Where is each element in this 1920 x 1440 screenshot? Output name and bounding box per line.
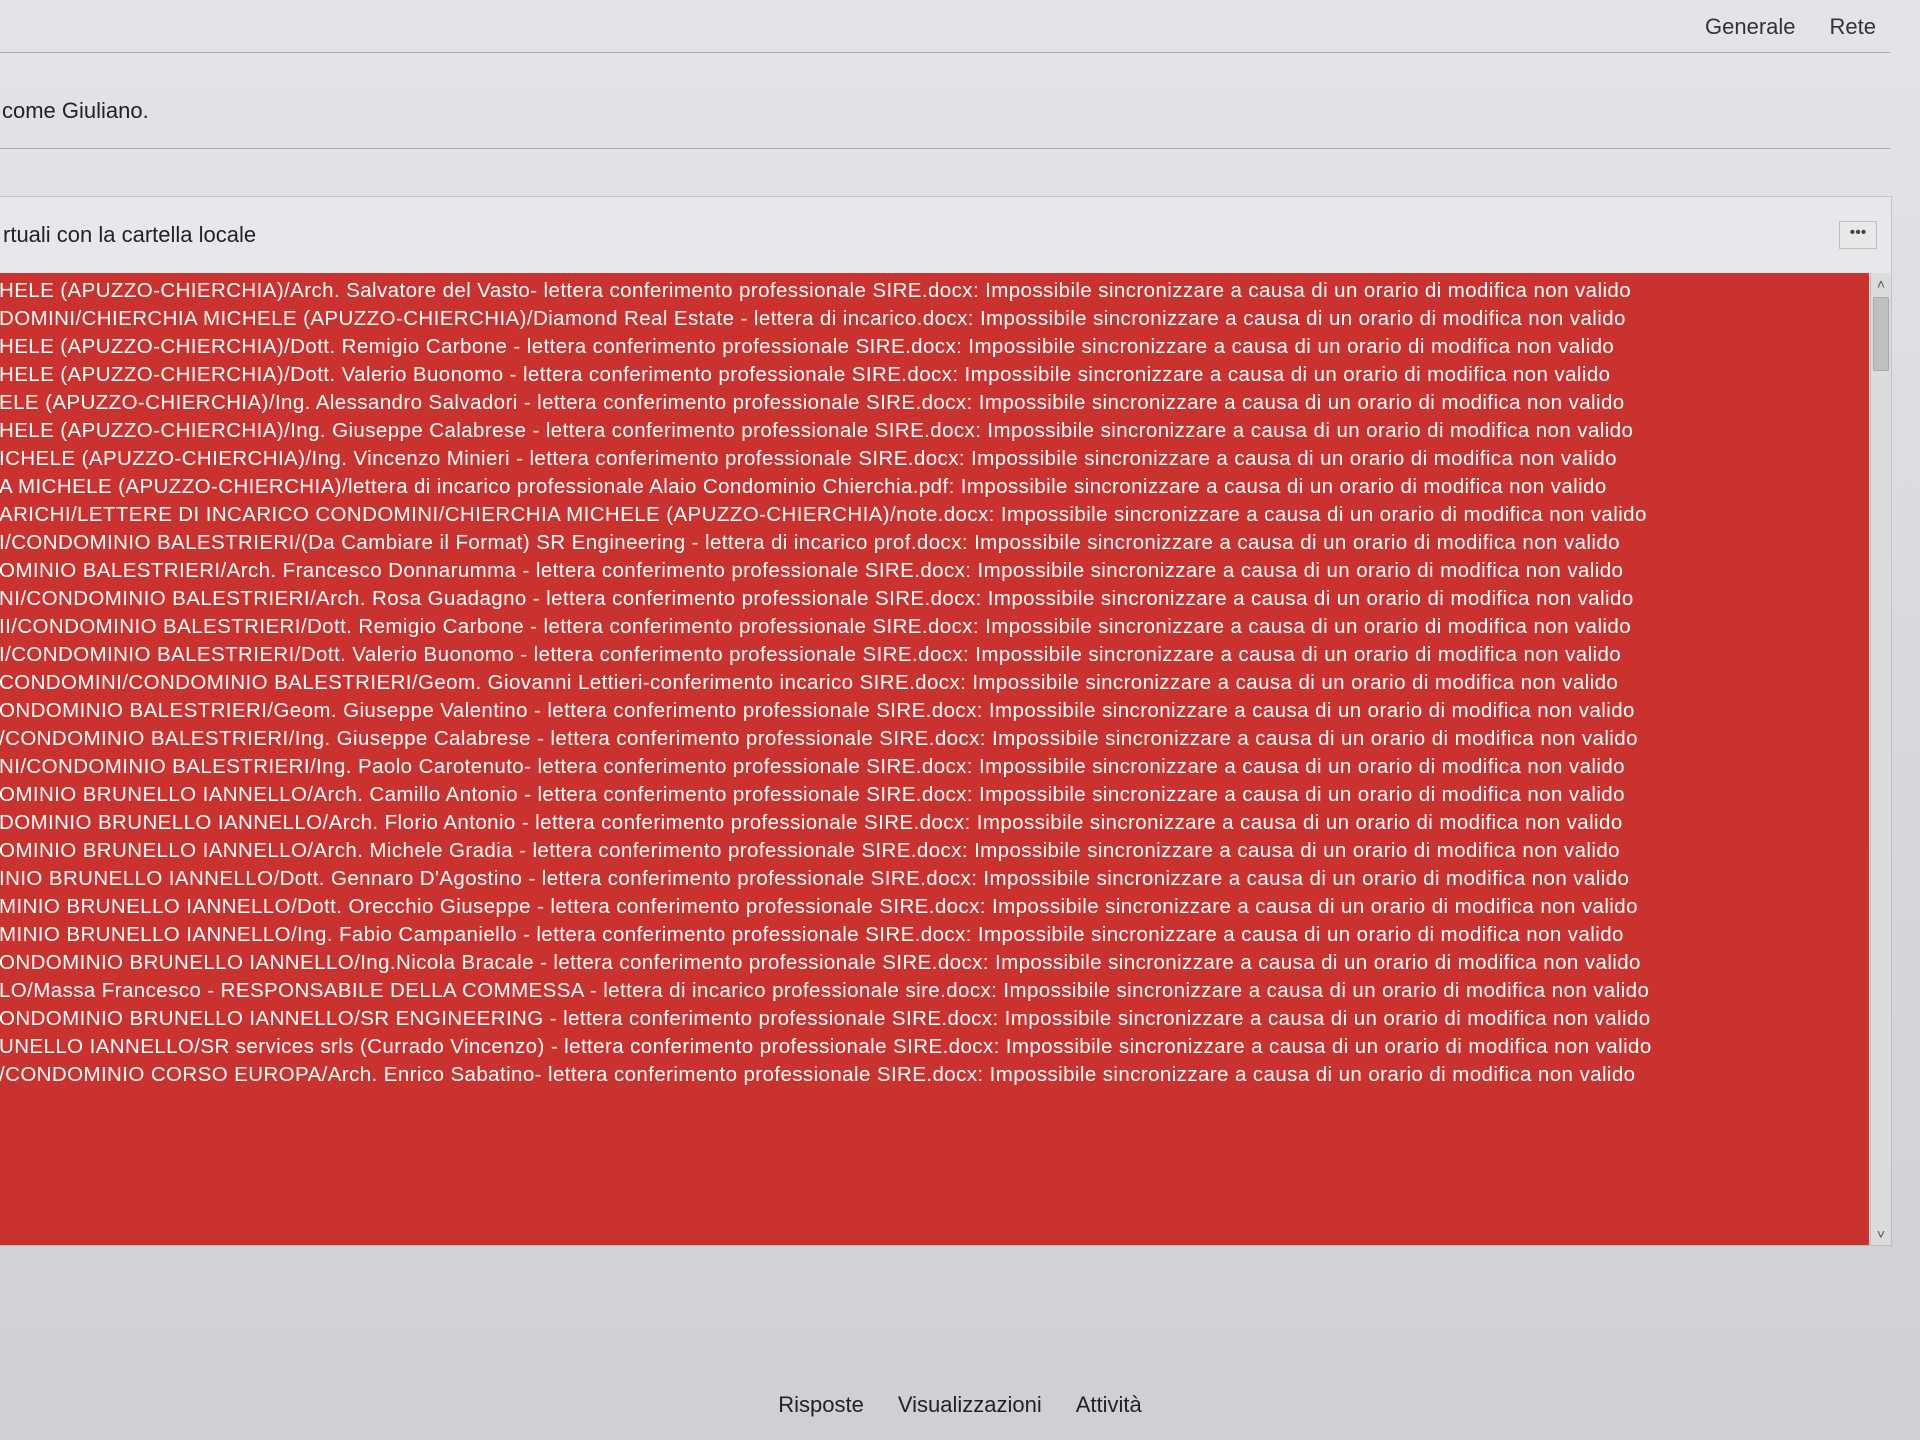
footer-tabs: Risposte Visualizzazioni Attività bbox=[778, 1392, 1142, 1418]
error-row: NI/CONDOMINIO BALESTRIERI/Ing. Paolo Car… bbox=[0, 753, 1863, 781]
vertical-scrollbar[interactable]: ˄ ˅ bbox=[1870, 273, 1891, 1245]
error-row: A MICHELE (APUZZO-CHIERCHIA)/lettera di … bbox=[0, 473, 1863, 501]
error-row: DOMINI/CHIERCHIA MICHELE (APUZZO-CHIERCH… bbox=[0, 305, 1863, 333]
error-row: ONDOMINIO BALESTRIERI/Geom. Giuseppe Val… bbox=[0, 697, 1863, 725]
error-row: OMINIO BRUNELLO IANNELLO/Arch. Camillo A… bbox=[0, 781, 1863, 809]
error-row: /CONDOMINIO BALESTRIERI/Ing. Giuseppe Ca… bbox=[0, 725, 1863, 753]
scroll-down-icon[interactable]: ˅ bbox=[1871, 1223, 1891, 1245]
error-row: CONDOMINI/CONDOMINIO BALESTRIERI/Geom. G… bbox=[0, 669, 1863, 697]
error-row: HELE (APUZZO-CHIERCHIA)/Ing. Giuseppe Ca… bbox=[0, 417, 1863, 445]
scroll-thumb[interactable] bbox=[1873, 297, 1889, 371]
error-row: DOMINIO BRUNELLO IANNELLO/Arch. Florio A… bbox=[0, 809, 1863, 837]
footer-tab-activity[interactable]: Attività bbox=[1076, 1392, 1142, 1418]
error-row: MINIO BRUNELLO IANNELLO/Dott. Orecchio G… bbox=[0, 893, 1863, 921]
error-row: MINIO BRUNELLO IANNELLO/Ing. Fabio Campa… bbox=[0, 921, 1863, 949]
error-row: ARICHI/LETTERE DI INCARICO CONDOMINI/CHI… bbox=[0, 501, 1863, 529]
panel-title: rtuali con la cartella locale bbox=[3, 222, 256, 248]
top-tabs: Generale Rete bbox=[1701, 8, 1880, 46]
error-row: INIO BRUNELLO IANNELLO/Dott. Gennaro D'A… bbox=[0, 865, 1863, 893]
tab-network[interactable]: Rete bbox=[1826, 8, 1880, 46]
error-row: HELE (APUZZO-CHIERCHIA)/Dott. Remigio Ca… bbox=[0, 333, 1863, 361]
error-row: OMINIO BRUNELLO IANNELLO/Arch. Michele G… bbox=[0, 837, 1863, 865]
error-row: LO/Massa Francesco - RESPONSABILE DELLA … bbox=[0, 977, 1863, 1005]
divider bbox=[0, 148, 1890, 149]
error-row: HELE (APUZZO-CHIERCHIA)/Dott. Valerio Bu… bbox=[0, 361, 1863, 389]
error-row: ONDOMINIO BRUNELLO IANNELLO/SR ENGINEERI… bbox=[0, 1005, 1863, 1033]
error-row: /CONDOMINIO CORSO EUROPA/Arch. Enrico Sa… bbox=[0, 1061, 1863, 1089]
list-wrap: HELE (APUZZO-CHIERCHIA)/Arch. Salvatore … bbox=[0, 273, 1891, 1245]
error-row: I/CONDOMINIO BALESTRIERI/(Da Cambiare il… bbox=[0, 529, 1863, 557]
divider bbox=[0, 52, 1890, 53]
error-list: HELE (APUZZO-CHIERCHIA)/Arch. Salvatore … bbox=[0, 273, 1869, 1245]
footer-tab-replies[interactable]: Risposte bbox=[778, 1392, 864, 1418]
more-button[interactable]: ••• bbox=[1839, 221, 1877, 249]
error-row: UNELLO IANNELLO/SR services srls (Currad… bbox=[0, 1033, 1863, 1061]
footer-tab-views[interactable]: Visualizzazioni bbox=[898, 1392, 1042, 1418]
tab-general[interactable]: Generale bbox=[1701, 8, 1800, 46]
sync-panel: rtuali con la cartella locale ••• HELE (… bbox=[0, 196, 1892, 1246]
error-row: NI/CONDOMINIO BALESTRIERI/Arch. Rosa Gua… bbox=[0, 585, 1863, 613]
scroll-up-icon[interactable]: ˄ bbox=[1871, 273, 1891, 295]
error-row: ICHELE (APUZZO-CHIERCHIA)/Ing. Vincenzo … bbox=[0, 445, 1863, 473]
panel-header: rtuali con la cartella locale ••• bbox=[0, 197, 1891, 273]
error-row: II/CONDOMINIO BALESTRIERI/Dott. Remigio … bbox=[0, 613, 1863, 641]
error-row: ELE (APUZZO-CHIERCHIA)/Ing. Alessandro S… bbox=[0, 389, 1863, 417]
error-row: OMINIO BALESTRIERI/Arch. Francesco Donna… bbox=[0, 557, 1863, 585]
error-row: ONDOMINIO BRUNELLO IANNELLO/Ing.Nicola B… bbox=[0, 949, 1863, 977]
error-row: I/CONDOMINIO BALESTRIERI/Dott. Valerio B… bbox=[0, 641, 1863, 669]
error-row: HELE (APUZZO-CHIERCHIA)/Arch. Salvatore … bbox=[0, 277, 1863, 305]
welcome-text: come Giuliano. bbox=[0, 98, 149, 124]
